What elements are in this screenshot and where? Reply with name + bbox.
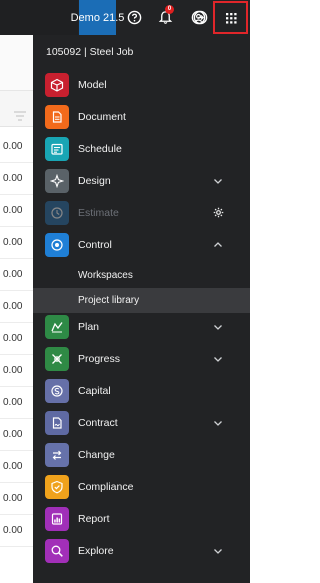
menu-item-label: Compliance — [78, 481, 134, 493]
menu-item-schedule[interactable]: Schedule — [33, 133, 250, 165]
notification-count-badge: 0 — [165, 5, 174, 14]
background-table-cell: 0.00 — [0, 259, 33, 291]
compliance-icon — [45, 475, 69, 499]
submenu-item-workspaces[interactable]: Workspaces — [33, 263, 250, 288]
menu-item-label: Plan — [78, 321, 100, 333]
menu-item-label: Schedule — [78, 143, 122, 155]
top-bar-left — [0, 0, 78, 35]
background-column-header — [0, 91, 33, 127]
background-table-cell: 0.00 — [0, 131, 33, 163]
chevron-down-icon[interactable] — [213, 322, 223, 332]
background-table-cell: 0.00 — [0, 291, 33, 323]
menu-item-label: Progress — [78, 353, 121, 365]
background-table-cell: 0.00 — [0, 323, 33, 355]
background-table-cell: 0.00 — [0, 163, 33, 195]
estimate-icon — [45, 201, 69, 225]
help-icon — [127, 10, 141, 25]
menu-item-compliance[interactable]: Compliance — [33, 471, 250, 503]
filter-icon[interactable] — [14, 111, 26, 121]
menu-item-label: Contract — [78, 417, 118, 429]
menu-item-label: Document — [78, 111, 126, 123]
notifications-button[interactable]: 0 — [150, 0, 180, 35]
menu-item-estimate: Estimate — [33, 197, 250, 229]
chevron-down-icon[interactable] — [213, 546, 223, 556]
menu-item-label: Estimate — [78, 207, 119, 219]
menu-item-label: Model — [78, 79, 107, 91]
environment-button[interactable]: Demo 21.5 — [71, 0, 124, 35]
submenu-item-label: Project library — [78, 295, 140, 306]
menu-item-capital[interactable]: Capital — [33, 375, 250, 407]
report-icon — [45, 507, 69, 531]
chevron-up-icon[interactable] — [213, 240, 223, 250]
background-table-cell: 0.00 — [0, 387, 33, 419]
apps-menu-button[interactable] — [213, 1, 248, 34]
progress-icon — [45, 347, 69, 371]
background-table-cell: 0.00 — [0, 227, 33, 259]
background-table-cell: 0.00 — [0, 355, 33, 387]
menu-item-report[interactable]: Report — [33, 503, 250, 535]
schedule-icon — [45, 137, 69, 161]
menu-item-control[interactable]: Control — [33, 229, 250, 261]
control-icon — [45, 233, 69, 257]
contract-icon — [45, 411, 69, 435]
plan-icon — [45, 315, 69, 339]
menu-item-model[interactable]: Model — [33, 69, 250, 101]
menu-item-design[interactable]: Design — [33, 165, 250, 197]
document-icon — [45, 105, 69, 129]
menu-item-label: Explore — [78, 545, 114, 557]
submenu-item-project-library[interactable]: Project library — [33, 288, 250, 313]
menu-item-label: Capital — [78, 385, 111, 397]
submenu-item-label: Workspaces — [78, 270, 133, 281]
background-table-cell: 0.00 — [0, 483, 33, 515]
design-icon — [45, 169, 69, 193]
menu-item-contract[interactable]: Contract — [33, 407, 250, 439]
background-table-cell: 0.00 — [0, 195, 33, 227]
change-icon — [45, 443, 69, 467]
chevron-down-icon[interactable] — [213, 176, 223, 186]
help-button[interactable] — [119, 0, 149, 35]
chevron-down-icon[interactable] — [213, 354, 223, 364]
background-table-cell: 0.00 — [0, 451, 33, 483]
menu-item-label: Control — [78, 239, 112, 251]
menu-item-change[interactable]: Change — [33, 439, 250, 471]
menu-item-plan[interactable]: Plan — [33, 311, 250, 343]
explore-icon — [45, 539, 69, 563]
background-table-header — [0, 35, 33, 91]
menu-item-label: Design — [78, 175, 111, 187]
model-icon — [45, 73, 69, 97]
menu-item-label: Change — [78, 449, 115, 461]
menu-item-label: Report — [78, 513, 110, 525]
signout-button[interactable] — [186, 0, 214, 35]
menu-item-progress[interactable]: Progress — [33, 343, 250, 375]
project-title: 105092 | Steel Job — [46, 46, 134, 58]
capital-icon — [45, 379, 69, 403]
apps-grid-icon — [226, 13, 237, 24]
menu-item-document[interactable]: Document — [33, 101, 250, 133]
menu-item-explore[interactable]: Explore — [33, 535, 250, 567]
signout-icon — [193, 10, 207, 25]
chevron-down-icon[interactable] — [213, 418, 223, 428]
background-table-cell: 0.00 — [0, 515, 33, 547]
gear-icon[interactable] — [213, 207, 224, 218]
background-table-cell: 0.00 — [0, 419, 33, 451]
